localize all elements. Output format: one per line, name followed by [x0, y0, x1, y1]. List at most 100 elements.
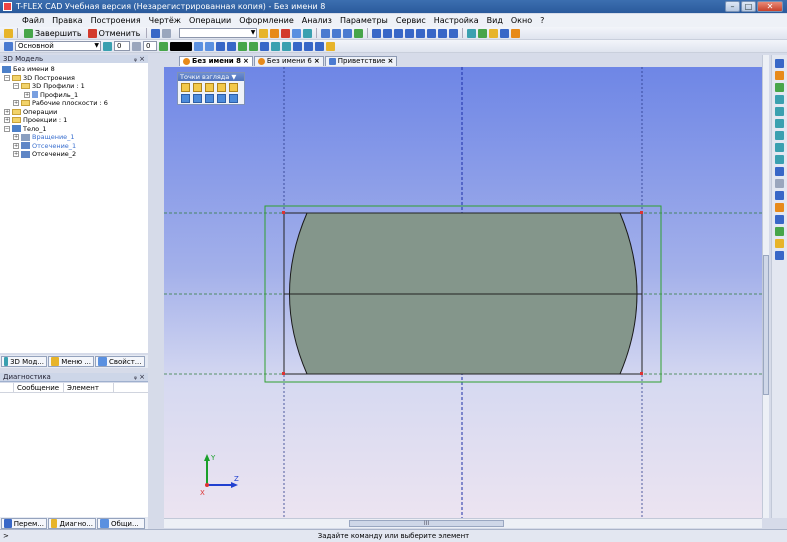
front-view-icon[interactable] [181, 83, 190, 92]
dimension-icon[interactable] [270, 28, 280, 38]
node-marker[interactable] [282, 211, 285, 214]
circle-icon[interactable] [332, 28, 342, 38]
camera-view-icon[interactable] [775, 239, 784, 248]
expand-toggle[interactable]: + [4, 117, 10, 124]
tab-3d-model[interactable]: 3D Мод... [1, 356, 47, 367]
measure-icon[interactable] [775, 191, 784, 200]
select-icon[interactable] [227, 41, 236, 51]
expand-toggle[interactable]: − [13, 83, 19, 90]
priority-combo[interactable]: 0 [143, 41, 157, 51]
maximize-button[interactable]: □ [741, 1, 756, 12]
expand-toggle[interactable]: + [13, 100, 19, 107]
wireframe-icon[interactable] [293, 41, 302, 51]
menu-construct[interactable]: Построения [91, 16, 141, 25]
right-view-icon[interactable] [181, 94, 190, 103]
tree-item[interactable]: + Отсечение_2 [0, 150, 148, 159]
dimetric-view-icon[interactable] [205, 94, 214, 103]
tab-doc-8[interactable]: Без имени 8 × [179, 56, 253, 66]
dimension-line-icon[interactable] [427, 28, 437, 38]
menu-settings[interactable]: Настройка [434, 16, 479, 25]
tab-properties[interactable]: Свойст... [95, 356, 145, 367]
menu-service[interactable]: Сервис [396, 16, 426, 25]
sketch-icon[interactable] [383, 28, 393, 38]
expand-toggle[interactable]: − [4, 125, 10, 132]
node-marker[interactable] [640, 211, 643, 214]
menu-view[interactable]: Вид [487, 16, 503, 25]
tab-diagnostics[interactable]: Диагно... [48, 518, 96, 529]
tree-item[interactable]: + Операции [0, 108, 148, 117]
light-icon[interactable] [315, 41, 324, 51]
top-view-icon[interactable] [205, 83, 214, 92]
panel-pin-close[interactable]: ᵩ × [134, 373, 145, 382]
zoom-in-icon[interactable] [775, 95, 784, 104]
table-icon[interactable] [438, 28, 448, 38]
tab-doc-6[interactable]: Без имени 6 × [253, 56, 324, 66]
tab-welcome[interactable]: Приветствие × [324, 56, 398, 66]
polygon-icon[interactable] [343, 28, 353, 38]
zoom-all-icon[interactable] [775, 119, 784, 128]
sphere-icon[interactable] [478, 28, 488, 38]
tree-item[interactable]: + Вращение_1 [0, 133, 148, 142]
iso-view-icon[interactable] [193, 94, 202, 103]
material-icon[interactable] [775, 227, 784, 236]
horizontal-scroll-thumb[interactable]: III [349, 520, 504, 527]
grid-icon[interactable] [271, 41, 280, 51]
color-swatch[interactable] [170, 41, 192, 51]
minimize-button[interactable]: – [725, 1, 740, 12]
vertical-scrollbar[interactable] [762, 55, 769, 518]
menu-file[interactable]: Файл [22, 16, 44, 25]
section-icon[interactable] [304, 41, 313, 51]
tree-item[interactable]: + Проекции : 1 [0, 116, 148, 125]
menu-parameters[interactable]: Параметры [340, 16, 388, 25]
shading-icon[interactable] [775, 215, 784, 224]
level-combo[interactable]: 0 [114, 41, 130, 51]
curve-filter-icon[interactable] [249, 41, 258, 51]
walkthrough-icon[interactable] [775, 251, 784, 260]
undo-icon[interactable] [151, 28, 161, 38]
light-source-icon[interactable] [775, 203, 784, 212]
spline-icon[interactable] [511, 28, 521, 38]
close-tab-icon[interactable]: × [314, 57, 320, 66]
trimetric-view-icon[interactable] [217, 94, 226, 103]
snap-toggle-icon[interactable] [216, 41, 225, 51]
menu-edit[interactable]: Правка [52, 16, 82, 25]
graph-icon[interactable] [394, 28, 404, 38]
snap-icon[interactable] [372, 28, 382, 38]
view-icon[interactable] [292, 28, 302, 38]
tree-item[interactable]: − Тело_1 [0, 125, 148, 134]
text-icon[interactable] [405, 28, 415, 38]
tab-general[interactable]: Общи... [97, 518, 145, 529]
redo-icon[interactable] [162, 28, 172, 38]
zoom-previous-icon[interactable] [775, 131, 784, 140]
node-icon[interactable] [354, 28, 364, 38]
column-element[interactable]: Элемент [64, 383, 114, 392]
orbit-icon[interactable] [775, 167, 784, 176]
view-settings-icon[interactable] [775, 59, 784, 68]
workplane-icon[interactable] [303, 28, 313, 38]
horizontal-scrollbar[interactable]: III [164, 518, 762, 528]
tree-item[interactable]: Без имени 8 [0, 65, 148, 74]
close-tab-icon[interactable]: × [387, 57, 393, 66]
key-icon[interactable] [489, 28, 499, 38]
expand-toggle[interactable]: − [4, 74, 10, 81]
sigma-icon[interactable] [260, 41, 269, 51]
menu-operations[interactable]: Операции [189, 16, 231, 25]
menu-design[interactable]: Оформление [239, 16, 294, 25]
style-icon[interactable] [194, 41, 203, 51]
left-view-icon[interactable] [229, 83, 238, 92]
command-combo[interactable]: ▼ [179, 28, 258, 38]
expand-toggle[interactable]: + [4, 108, 10, 115]
node-marker[interactable] [282, 372, 285, 375]
camera-icon[interactable] [326, 41, 335, 51]
window-icon[interactable] [467, 28, 477, 38]
finish-button[interactable]: Завершить [22, 28, 84, 38]
filter-icon[interactable] [4, 28, 13, 38]
expand-toggle[interactable]: + [13, 142, 19, 149]
zoom-out-icon[interactable] [775, 143, 784, 152]
tab-menu[interactable]: Меню ... [48, 356, 94, 367]
bracket-icon[interactable] [500, 28, 510, 38]
shade-icon[interactable] [282, 41, 291, 51]
pan-icon[interactable] [775, 71, 784, 80]
tree-item[interactable]: + Отсечение_1 [0, 142, 148, 151]
menu-help[interactable]: ? [540, 16, 544, 25]
